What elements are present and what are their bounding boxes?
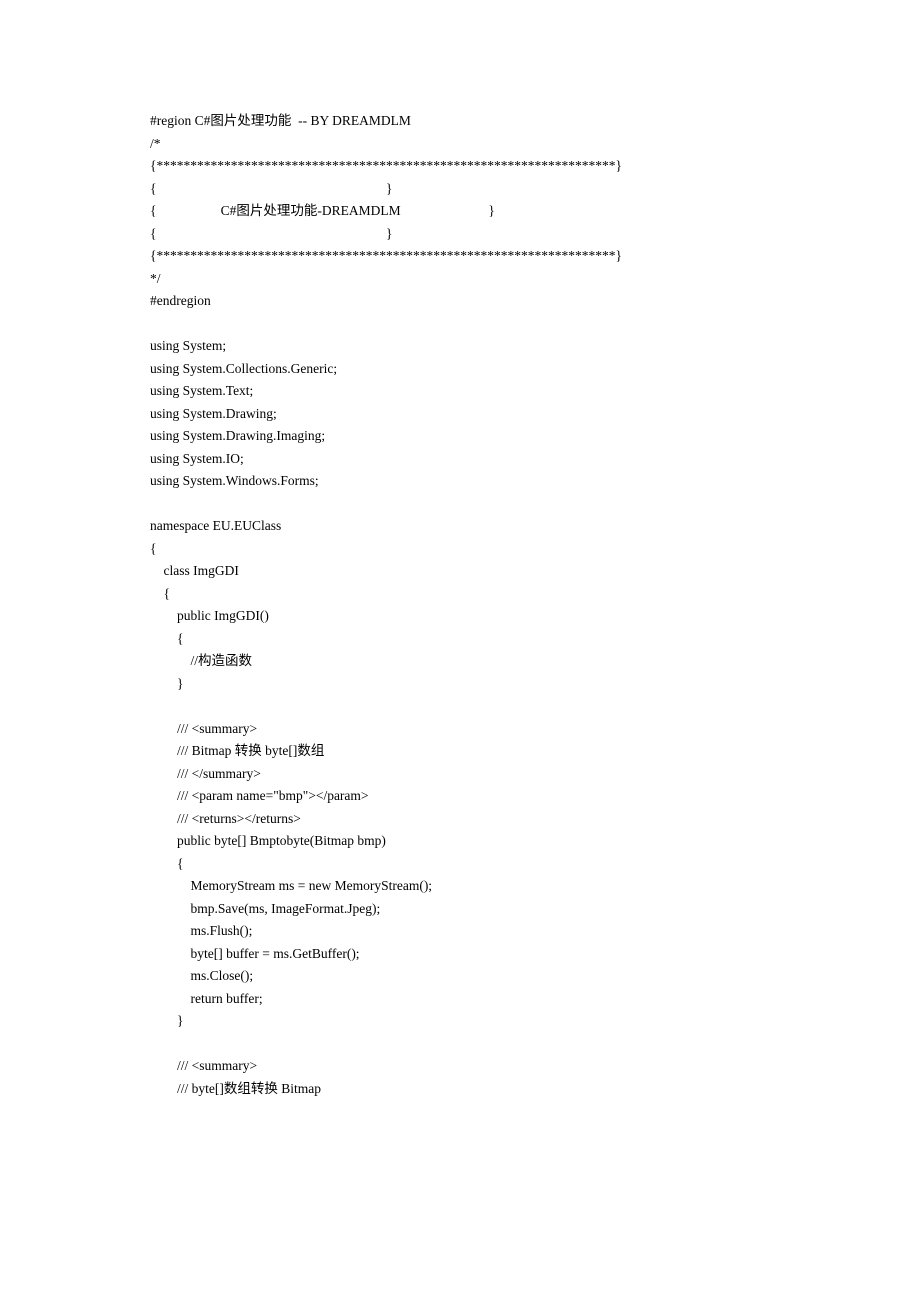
code-line: public byte[] Bmptobyte(Bitmap bmp) [150, 833, 386, 848]
code-line: ms.Close(); [150, 968, 253, 983]
code-line: /// <returns></returns> [150, 811, 301, 826]
code-line: ms.Flush(); [150, 923, 252, 938]
code-line: public ImgGDI() [150, 608, 269, 623]
code-line: using System.Drawing; [150, 406, 277, 421]
code-line: using System.Drawing.Imaging; [150, 428, 325, 443]
code-line: using System; [150, 338, 226, 353]
code-line: } [150, 1013, 183, 1028]
code-line: {***************************************… [150, 248, 622, 263]
code-line: /// <summary> [150, 721, 257, 736]
code-line: MemoryStream ms = new MemoryStream(); [150, 878, 432, 893]
code-line: { C#图片处理功能-DREAMDLM } [150, 203, 495, 218]
code-line: { [150, 586, 170, 601]
code-line: { [150, 541, 156, 556]
code-line: /// <summary> [150, 1058, 257, 1073]
code-line: /// <param name="bmp"></param> [150, 788, 369, 803]
code-line: { } [150, 226, 392, 241]
code-line: using System.Text; [150, 383, 253, 398]
code-line: {***************************************… [150, 158, 622, 173]
code-line: */ [150, 271, 161, 286]
code-line: using System.Windows.Forms; [150, 473, 319, 488]
code-line: { [150, 631, 183, 646]
code-line: #endregion [150, 293, 211, 308]
code-line: /// Bitmap 转换 byte[]数组 [150, 743, 324, 758]
code-line: using System.Collections.Generic; [150, 361, 337, 376]
code-line: using System.IO; [150, 451, 244, 466]
code-line: byte[] buffer = ms.GetBuffer(); [150, 946, 360, 961]
code-line: /// </summary> [150, 766, 261, 781]
code-line: return buffer; [150, 991, 263, 1006]
code-line: #region C#图片处理功能 -- BY DREAMDLM [150, 113, 411, 128]
code-line: //构造函数 [150, 653, 252, 668]
code-line: namespace EU.EUClass [150, 518, 281, 533]
code-line: class ImgGDI [150, 563, 239, 578]
code-line: /* [150, 136, 161, 151]
code-line: /// byte[]数组转换 Bitmap [150, 1081, 321, 1096]
code-document: #region C#图片处理功能 -- BY DREAMDLM /* {****… [150, 110, 770, 1100]
code-line: bmp.Save(ms, ImageFormat.Jpeg); [150, 901, 380, 916]
code-line: } [150, 676, 183, 691]
code-line: { } [150, 181, 392, 196]
code-line: { [150, 856, 183, 871]
